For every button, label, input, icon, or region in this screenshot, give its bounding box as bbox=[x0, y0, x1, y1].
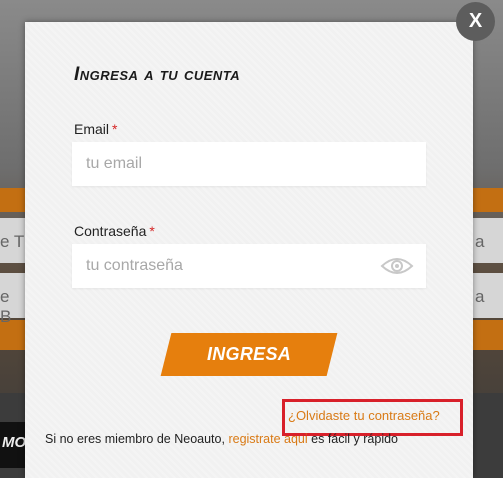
required-mark: * bbox=[149, 223, 155, 239]
background-field-text: e B bbox=[0, 287, 12, 326]
email-label: Email * bbox=[74, 121, 117, 137]
email-field[interactable] bbox=[72, 142, 426, 186]
close-button[interactable]: X bbox=[456, 2, 495, 41]
modal-title: Ingresa a tu cuenta bbox=[74, 64, 241, 85]
background-field-text: e T bbox=[0, 232, 25, 251]
submit-button[interactable] bbox=[160, 333, 338, 376]
background-field-text: a bbox=[475, 287, 485, 306]
background-field-left-1: e T bbox=[0, 218, 25, 263]
background-field-left-2: e B bbox=[0, 273, 25, 326]
password-label-text: Contraseña bbox=[74, 223, 147, 239]
register-prefix: Si no eres miembro de Neoauto, bbox=[45, 432, 225, 446]
password-field[interactable] bbox=[72, 244, 426, 288]
email-label-text: Email bbox=[74, 121, 110, 137]
background-field-right-1: a bbox=[473, 218, 503, 263]
background-field-text: a bbox=[475, 232, 485, 251]
required-mark: * bbox=[112, 121, 118, 137]
password-label: Contraseña * bbox=[74, 223, 155, 239]
background-field-right-2: a bbox=[473, 273, 503, 318]
register-suffix: es fácil y rápido bbox=[311, 432, 399, 446]
forgot-password-link[interactable]: ¿Olvidaste tu contraseña? bbox=[288, 408, 440, 423]
register-prompt: Si no eres miembro de Neoauto, registrat… bbox=[45, 432, 398, 446]
background-logo-fragment: MO bbox=[0, 422, 26, 468]
register-link[interactable]: registrate aqui bbox=[228, 432, 307, 446]
eye-icon[interactable] bbox=[380, 256, 414, 276]
